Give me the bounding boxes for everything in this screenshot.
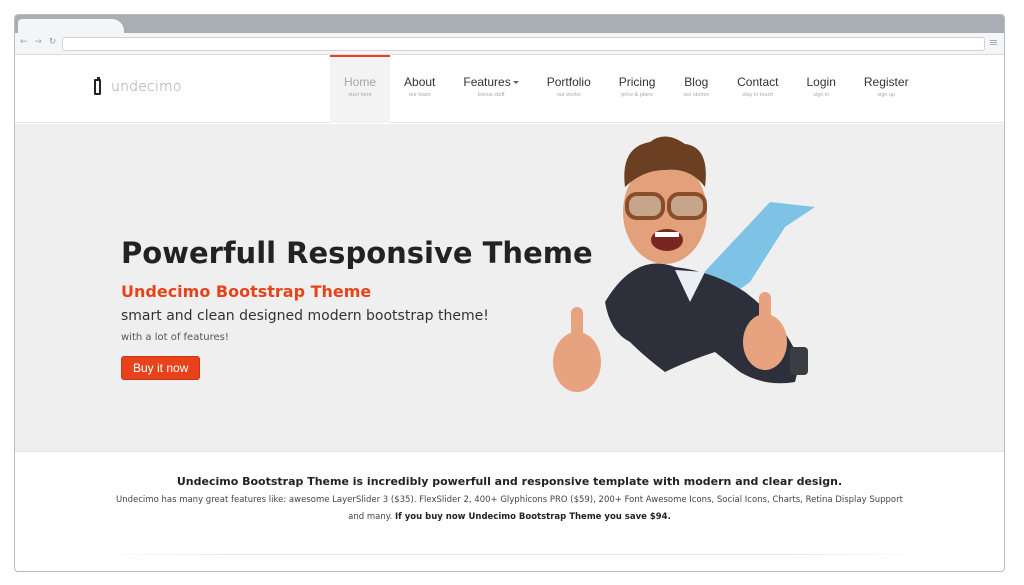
menu-item-register[interactable]: Register sign up [850, 55, 923, 123]
hero-tagline: smart and clean designed modern bootstra… [121, 308, 489, 324]
menu-sublabel: our stories [683, 92, 710, 98]
menu-sublabel: price & plans [621, 92, 653, 98]
menu-label: Home [344, 75, 377, 89]
hero-small-text: with a lot of features! [121, 332, 229, 343]
browser-nav-icons[interactable]: ← → ↻ [20, 37, 58, 47]
menu-sublabel: stay in touch [742, 92, 774, 98]
intro-section: Undecimo Bootstrap Theme is incredibly p… [15, 475, 1004, 529]
logo-text[interactable]: undecimo [111, 79, 182, 95]
address-bar[interactable] [62, 37, 985, 51]
menu-label: Pricing [618, 75, 656, 89]
menu-label: Portfolio [546, 75, 591, 89]
menu-item-contact[interactable]: Contact stay in touch [723, 55, 792, 123]
intro-offer-text: and many. If you buy now Undecimo Bootst… [15, 512, 1004, 522]
menu-sublabel: sign in [813, 92, 830, 98]
menu-sublabel: start here [348, 92, 372, 98]
menu-sublabel: bonus stuff [477, 92, 505, 98]
menu-sublabel: sign up [877, 92, 896, 98]
hero-man-image [553, 136, 815, 392]
menu-sublabel: our works [556, 92, 581, 98]
menu-label: Register [863, 75, 909, 89]
menu-item-blog[interactable]: Blog our stories [669, 55, 723, 123]
browser-menu-icon[interactable]: ≡ [989, 36, 998, 49]
menu-label: About [404, 75, 436, 89]
menu-item-portfolio[interactable]: Portfolio our works [533, 55, 605, 123]
intro-features-text: Undecimo has many great features like: a… [116, 495, 903, 505]
buy-now-button[interactable]: Buy it now [121, 356, 201, 380]
intro-offer-bold: If you buy now Undecimo Bootstrap Theme … [394, 512, 671, 522]
browser-titlebar [15, 15, 1004, 35]
menu-item-pricing[interactable]: Pricing price & plans [605, 55, 670, 123]
menu-item-about[interactable]: About our team [390, 55, 449, 123]
hero-section: Powerfull Responsive Theme Undecimo Boot… [15, 124, 1004, 452]
menu-sublabel: our team [408, 92, 431, 98]
browser-toolbar: ← → ↻ ≡ [15, 33, 1004, 55]
menu-item-login[interactable]: Login sign in [793, 55, 850, 123]
menu-label: Login [806, 75, 836, 89]
section-divider [95, 554, 925, 555]
menu-item-home[interactable]: Home start here [330, 55, 391, 123]
intro-headline: Undecimo Bootstrap Theme is incredibly p… [176, 475, 843, 488]
menu-label-wrap: Features [463, 75, 519, 89]
menu-item-features[interactable]: Features bonus stuff [449, 55, 532, 123]
menu-label: Features [463, 75, 511, 89]
menu-label: Blog [684, 75, 709, 89]
caret-down-icon [512, 81, 519, 85]
main-menu: Home start here About our team Features … [330, 55, 923, 123]
hero-subtitle: Undecimo Bootstrap Theme [121, 282, 372, 301]
website: undecimo Home start here About our team … [15, 55, 1004, 571]
browser-window: ← → ↻ ≡ undecimo Home start here About o… [14, 14, 1005, 572]
intro-offer-plain: and many. [348, 512, 395, 522]
site-navbar: undecimo Home start here About our team … [15, 55, 1004, 123]
menu-label: Contact [737, 75, 779, 89]
logo-icon[interactable] [94, 77, 101, 95]
